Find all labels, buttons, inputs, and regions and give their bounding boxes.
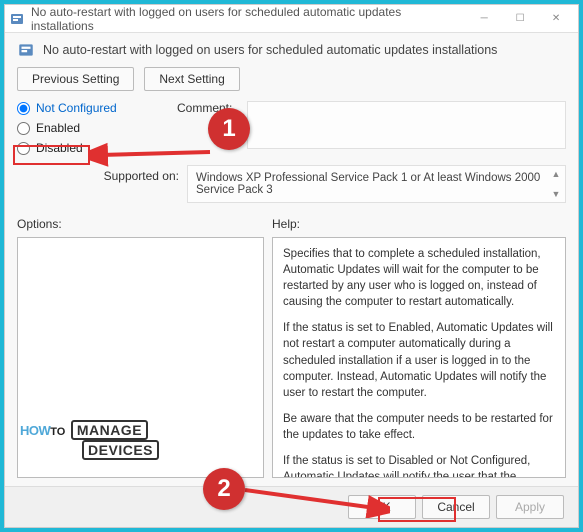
help-paragraph: Be aware that the computer needs to be r… <box>283 411 555 443</box>
close-button[interactable]: ✕ <box>538 6 574 32</box>
scroll-up-icon[interactable]: ▲ <box>549 168 563 180</box>
maximize-button[interactable]: ☐ <box>502 6 538 32</box>
supported-row: Supported on: Windows XP Professional Se… <box>5 161 578 207</box>
options-label: Options: <box>17 217 272 231</box>
radio-enabled[interactable]: Enabled <box>17 121 177 135</box>
header: No auto-restart with logged on users for… <box>5 33 578 63</box>
supported-text: Windows XP Professional Service Pack 1 o… <box>196 172 540 196</box>
radio-disabled[interactable]: Disabled <box>17 141 177 155</box>
help-paragraph: Specifies that to complete a scheduled i… <box>283 246 555 310</box>
help-paragraph: If the status is set to Disabled or Not … <box>283 453 555 478</box>
radio-label: Enabled <box>36 121 80 135</box>
apply-button[interactable]: Apply <box>496 495 564 519</box>
policy-icon <box>17 41 35 59</box>
cancel-button[interactable]: Cancel <box>422 495 490 519</box>
previous-setting-button[interactable]: Previous Setting <box>17 67 134 91</box>
header-title: No auto-restart with logged on users for… <box>43 43 497 57</box>
help-paragraph: If the status is set to Enabled, Automat… <box>283 320 555 400</box>
nav-buttons: Previous Setting Next Setting <box>5 63 578 99</box>
main-panels: Specifies that to complete a scheduled i… <box>5 233 578 486</box>
footer: OK Cancel Apply <box>5 486 578 527</box>
scroll-down-icon[interactable]: ▼ <box>549 188 563 200</box>
help-panel: Specifies that to complete a scheduled i… <box>272 237 566 478</box>
supported-textbox: Windows XP Professional Service Pack 1 o… <box>187 165 566 203</box>
comment-label: Comment: <box>177 101 247 155</box>
policy-icon <box>9 11 25 27</box>
config-area: Not Configured Enabled Disabled Comment: <box>5 99 578 161</box>
help-label: Help: <box>272 217 300 231</box>
help-text: Specifies that to complete a scheduled i… <box>283 246 555 478</box>
options-panel <box>17 237 264 478</box>
radio-label: Disabled <box>36 141 83 155</box>
supported-label: Supported on: <box>17 165 187 183</box>
minimize-button[interactable]: ─ <box>466 6 502 32</box>
comment-textbox[interactable] <box>247 101 566 149</box>
radio-label: Not Configured <box>36 101 117 115</box>
dialog-window: No auto-restart with logged on users for… <box>4 4 579 528</box>
next-setting-button[interactable]: Next Setting <box>144 67 239 91</box>
window-title: No auto-restart with logged on users for… <box>31 5 466 33</box>
radio-not-configured[interactable]: Not Configured <box>17 101 177 115</box>
panel-labels: Options: Help: <box>5 207 578 233</box>
ok-button[interactable]: OK <box>348 495 416 519</box>
titlebar: No auto-restart with logged on users for… <box>5 5 578 33</box>
